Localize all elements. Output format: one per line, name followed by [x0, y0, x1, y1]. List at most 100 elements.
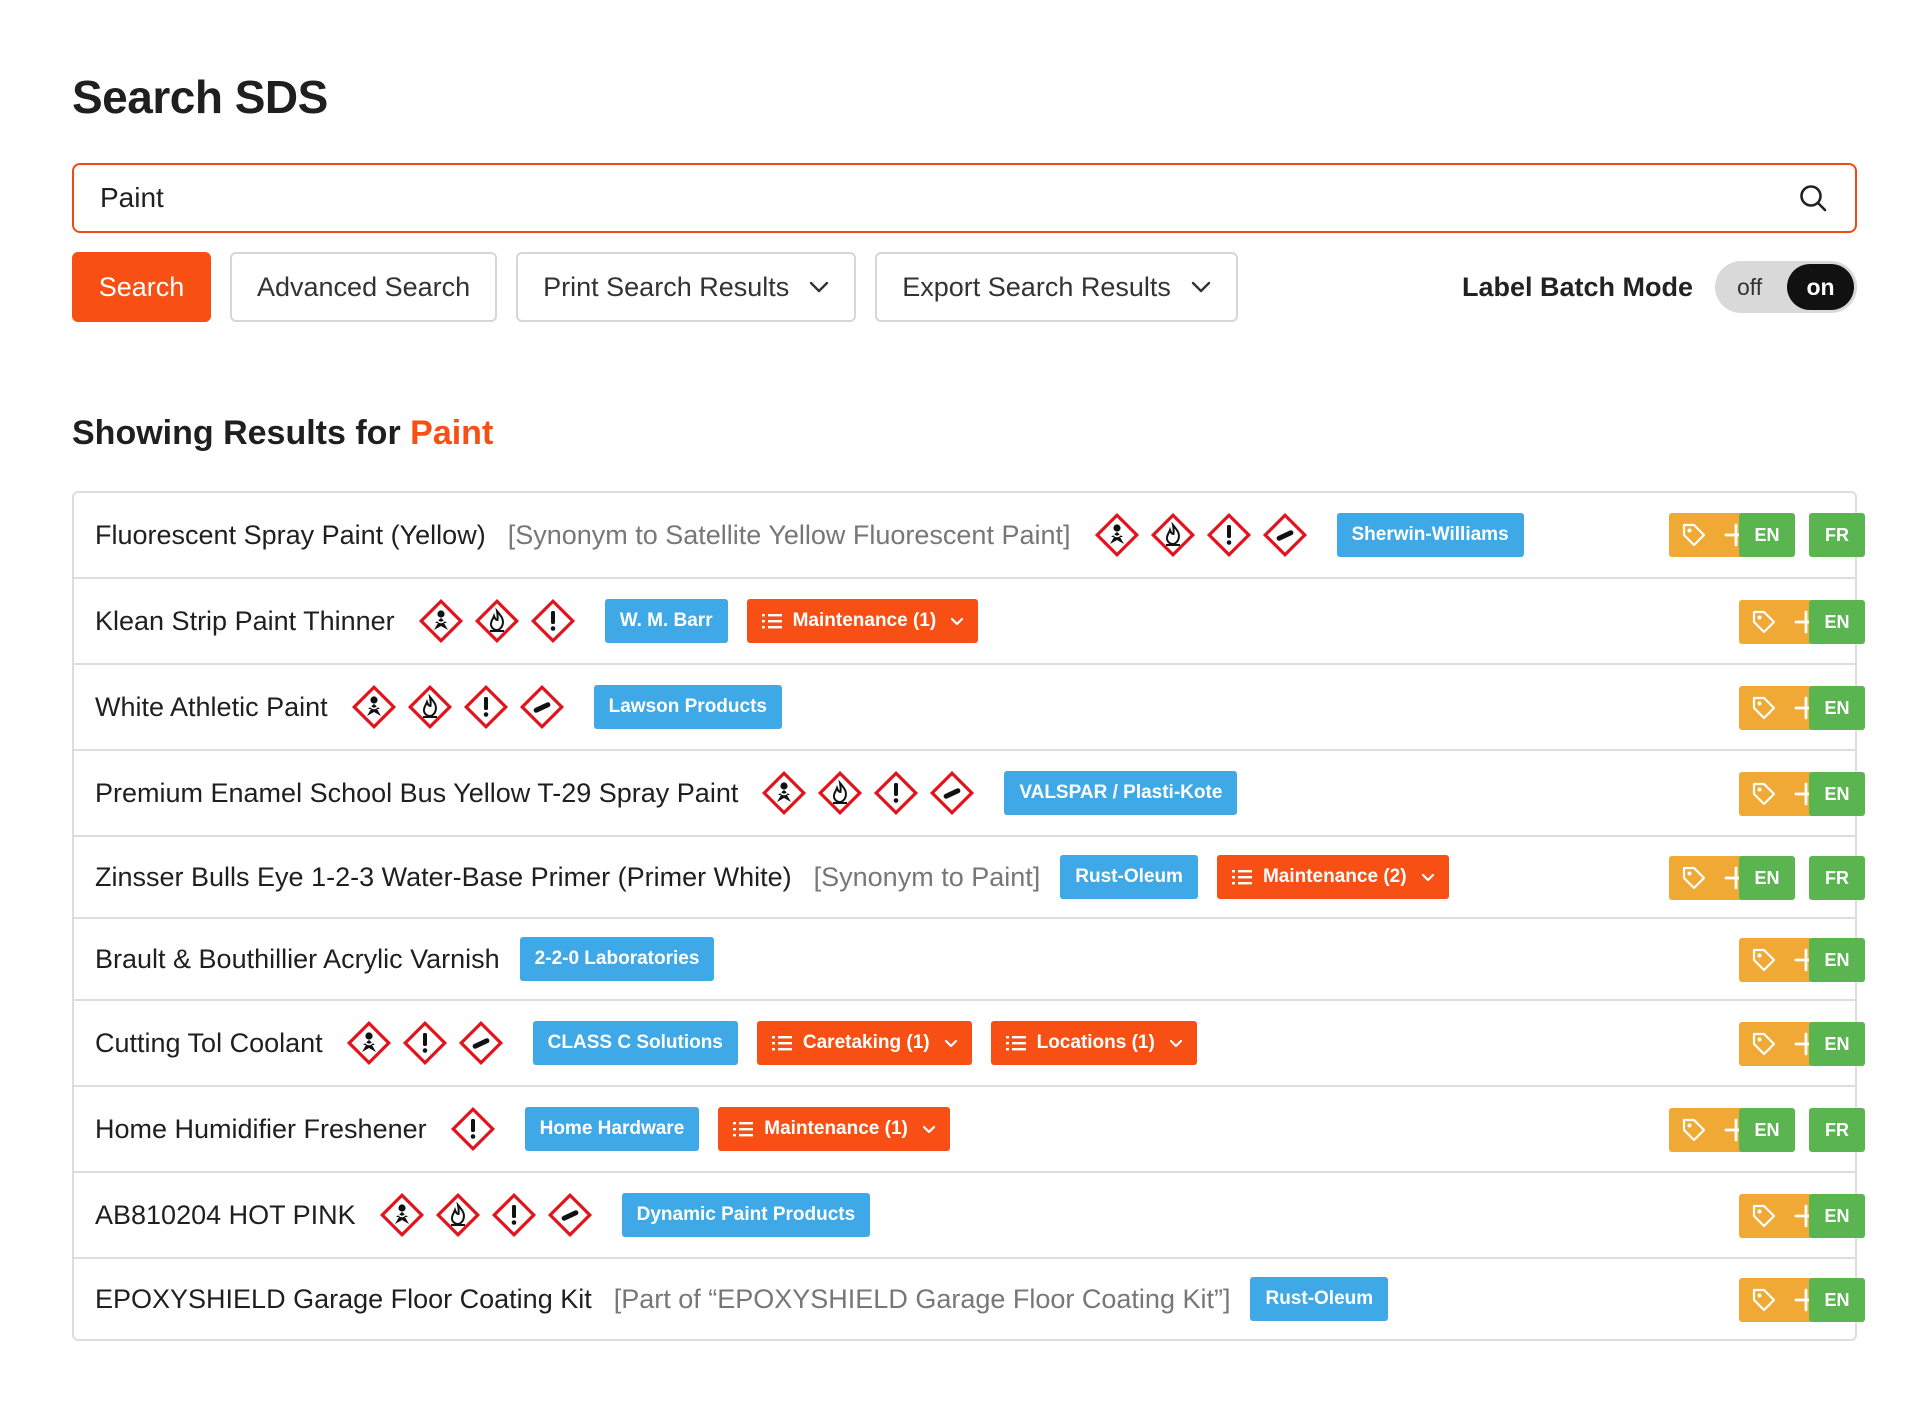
- health-hazard-pictogram-icon: [350, 683, 398, 731]
- result-row: Fluorescent Spray Paint (Yellow) [Synonym…: [74, 493, 1865, 577]
- search-input[interactable]: [100, 182, 1797, 214]
- sds-language-en-button[interactable]: EN: [1809, 938, 1865, 982]
- result-row: Home Humidifier Freshener Home Hardware Ma…: [74, 1085, 1865, 1171]
- gas-cylinder-pictogram-icon: [457, 1019, 505, 1067]
- tag-icon: [1751, 695, 1777, 721]
- sds-language-fr-button[interactable]: FR: [1809, 856, 1865, 900]
- result-row: White Athletic Paint Lawson Products EN: [74, 663, 1865, 749]
- gas-cylinder-pictogram-icon: [1261, 511, 1309, 559]
- exclamation-pictogram-icon: [462, 683, 510, 731]
- tag-icon: [1681, 865, 1707, 891]
- product-name-link[interactable]: Home Humidifier Freshener: [95, 1114, 427, 1145]
- sds-language-en-button[interactable]: EN: [1809, 686, 1865, 730]
- result-row: AB810204 HOT PINK Dynamic Paint Products E…: [74, 1171, 1865, 1257]
- sds-language-en-button[interactable]: EN: [1809, 1278, 1865, 1322]
- sds-language-en-button[interactable]: EN: [1809, 772, 1865, 816]
- supplier-badge[interactable]: 2-2-0 Laboratories: [519, 937, 715, 981]
- health-hazard-pictogram-icon: [378, 1191, 426, 1239]
- supplier-badge[interactable]: W. M. Barr: [604, 599, 728, 643]
- product-name-link[interactable]: Premium Enamel School Bus Yellow T-29 Sp…: [95, 778, 738, 809]
- chevron-down-icon: [809, 281, 829, 293]
- chevron-down-icon: [922, 1125, 936, 1134]
- results-heading: Showing Results for Paint: [72, 414, 493, 453]
- product-name-link[interactable]: Fluorescent Spray Paint (Yellow): [95, 520, 486, 551]
- exclamation-pictogram-icon: [872, 769, 920, 817]
- sds-language-en-button[interactable]: EN: [1739, 513, 1795, 557]
- chevron-down-icon: [944, 1039, 958, 1048]
- supplier-badge[interactable]: Rust-Oleum: [1060, 855, 1198, 899]
- chevron-down-icon: [1421, 873, 1435, 882]
- supplier-badge[interactable]: CLASS C Solutions: [532, 1021, 738, 1065]
- product-synonym: [Part of “EPOXYSHIELD Garage Floor Coati…: [613, 1283, 1231, 1314]
- dropdown-label: Locations (1): [1036, 1032, 1155, 1053]
- flame-pictogram-icon: [406, 683, 454, 731]
- dropdown-label: Maintenance (1): [792, 610, 937, 631]
- supplier-badge[interactable]: Dynamic Paint Products: [621, 1193, 871, 1237]
- print-results-dropdown[interactable]: Print Search Results: [516, 252, 857, 322]
- export-results-dropdown[interactable]: Export Search Results: [875, 252, 1238, 322]
- sds-language-en-button[interactable]: EN: [1809, 600, 1865, 644]
- search-icon[interactable]: [1797, 182, 1829, 214]
- result-row: EPOXYSHIELD Garage Floor Coating Kit [Par…: [74, 1257, 1865, 1339]
- hazard-pictograms: [350, 683, 574, 731]
- maintenance-dropdown[interactable]: Maintenance (1): [746, 599, 979, 643]
- label-batch-mode-toggle[interactable]: off on: [1715, 261, 1857, 313]
- health-hazard-pictogram-icon: [417, 597, 465, 645]
- locations-dropdown[interactable]: Locations (1): [990, 1021, 1197, 1065]
- maintenance-dropdown[interactable]: Maintenance (2): [1216, 855, 1449, 899]
- search-button-label: Search: [98, 271, 185, 302]
- search-button[interactable]: Search: [72, 252, 211, 322]
- hazard-pictograms: [345, 1019, 513, 1067]
- gas-cylinder-pictogram-icon: [546, 1191, 594, 1239]
- supplier-badge[interactable]: Sherwin-Williams: [1336, 513, 1524, 557]
- product-synonym: [Synonym to Paint]: [813, 861, 1041, 892]
- supplier-badge[interactable]: Lawson Products: [593, 685, 782, 729]
- product-name-link[interactable]: White Athletic Paint: [95, 692, 328, 723]
- advanced-search-button[interactable]: Advanced Search: [230, 252, 498, 322]
- product-name-link[interactable]: Brault & Bouthillier Acrylic Varnish: [95, 944, 500, 975]
- supplier-badge[interactable]: Rust-Oleum: [1250, 1277, 1389, 1321]
- tag-icon: [1751, 1287, 1777, 1313]
- hazard-pictograms: [1093, 511, 1317, 559]
- chevron-down-icon: [950, 617, 964, 626]
- export-results-label: Export Search Results: [902, 271, 1171, 302]
- exclamation-pictogram-icon: [529, 597, 577, 645]
- page-title: Search SDS: [72, 71, 328, 123]
- toggle-off-label: off: [1737, 273, 1763, 300]
- sds-language-fr-button[interactable]: FR: [1809, 1108, 1865, 1152]
- exclamation-pictogram-icon: [490, 1191, 538, 1239]
- exclamation-pictogram-icon: [1205, 511, 1253, 559]
- hazard-pictograms: [417, 597, 585, 645]
- hazard-pictograms: [378, 1191, 602, 1239]
- result-row: Brault & Bouthillier Acrylic Varnish 2-2-…: [74, 917, 1865, 999]
- maintenance-dropdown[interactable]: Maintenance (1): [718, 1107, 950, 1151]
- results-list: Fluorescent Spray Paint (Yellow) [Synonym…: [72, 491, 1865, 1341]
- exclamation-pictogram-icon: [401, 1019, 449, 1067]
- health-hazard-pictogram-icon: [345, 1019, 393, 1067]
- exclamation-pictogram-icon: [449, 1105, 497, 1153]
- supplier-badge[interactable]: Home Hardware: [524, 1107, 700, 1151]
- results-heading-prefix: Showing Results for: [72, 414, 401, 452]
- sds-language-en-button[interactable]: EN: [1739, 1108, 1795, 1152]
- flame-pictogram-icon: [816, 769, 864, 817]
- tag-icon: [1751, 1203, 1777, 1229]
- flame-pictogram-icon: [473, 597, 521, 645]
- product-name-link[interactable]: Cutting Tol Coolant: [95, 1028, 323, 1059]
- supplier-badge[interactable]: VALSPAR / Plasti-Kote: [1004, 771, 1238, 815]
- sds-language-fr-button[interactable]: FR: [1809, 513, 1865, 557]
- results-heading-term: Paint: [410, 414, 494, 452]
- product-name-link[interactable]: AB810204 HOT PINK: [95, 1200, 356, 1231]
- caretaking-dropdown[interactable]: Caretaking (1): [756, 1021, 972, 1065]
- product-name-link[interactable]: Zinsser Bulls Eye 1-2-3 Water-Base Prime…: [95, 862, 792, 893]
- result-row: Zinsser Bulls Eye 1-2-3 Water-Base Prime…: [74, 835, 1865, 917]
- flame-pictogram-icon: [1149, 511, 1197, 559]
- chevron-down-icon: [1191, 281, 1211, 293]
- sds-language-en-button[interactable]: EN: [1739, 856, 1795, 900]
- gas-cylinder-pictogram-icon: [928, 769, 976, 817]
- sds-language-en-button[interactable]: EN: [1809, 1022, 1865, 1066]
- sds-language-en-button[interactable]: EN: [1809, 1194, 1865, 1238]
- health-hazard-pictogram-icon: [1093, 511, 1141, 559]
- product-name-link[interactable]: EPOXYSHIELD Garage Floor Coating Kit: [95, 1284, 592, 1315]
- product-name-link[interactable]: Klean Strip Paint Thinner: [95, 606, 395, 637]
- tag-icon: [1751, 609, 1777, 635]
